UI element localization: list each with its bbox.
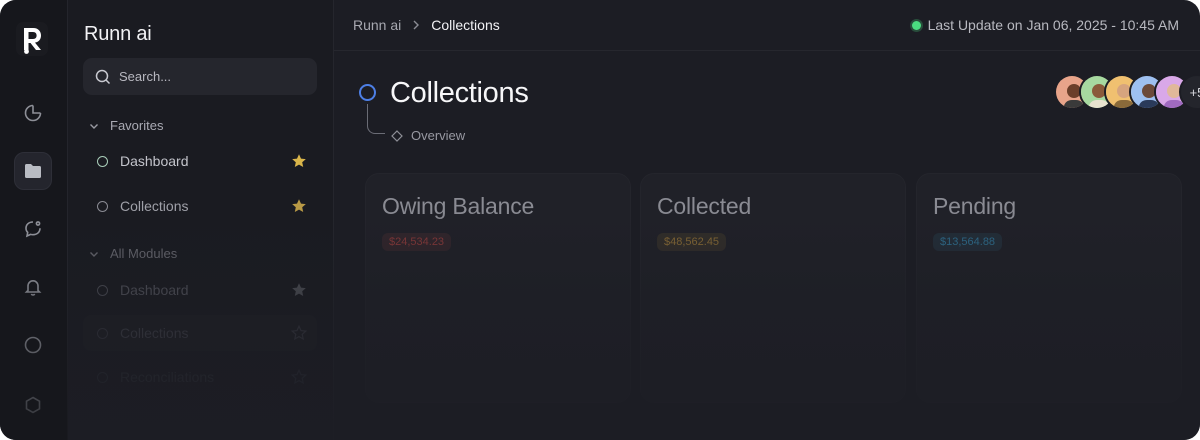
settings-icon <box>25 396 41 414</box>
breadcrumb-root[interactable]: Runn ai <box>353 17 401 33</box>
favorites-section-toggle[interactable]: Favorites <box>88 118 163 133</box>
favorites-label: Favorites <box>110 118 164 133</box>
favorite-item-label: Dashboard <box>120 153 189 169</box>
search-icon <box>95 69 111 84</box>
topbar: Runn ai Collections Last Update on Jan 0… <box>334 0 1200 51</box>
status-dot <box>97 284 108 296</box>
app-logo[interactable] <box>16 22 48 56</box>
star-outline-icon[interactable] <box>291 325 307 341</box>
chevron-down-icon <box>90 123 98 129</box>
card-title: Collected <box>657 193 752 219</box>
page-status-ring <box>359 84 376 101</box>
favorite-item-label: Collections <box>120 198 189 214</box>
favorite-item-collections[interactable]: Collections <box>83 188 317 224</box>
amount-badge: $24,534.23 <box>382 233 452 251</box>
star-filled-icon[interactable] <box>291 153 307 169</box>
collaborator-avatars[interactable]: +5 <box>1054 74 1200 110</box>
diamond-icon <box>391 129 403 142</box>
last-update-text: Last Update on Jan 06, 2025 - 10:45 AM <box>927 17 1179 33</box>
bell-icon <box>24 279 42 296</box>
amount-badge: $13,564.88 <box>933 233 1003 251</box>
last-update-status: Last Update on Jan 06, 2025 - 10:45 AM <box>911 17 1179 33</box>
star-filled-icon[interactable] <box>291 282 307 298</box>
rail-help-button[interactable] <box>14 326 52 364</box>
module-item-dashboard[interactable]: Dashboard <box>83 272 317 308</box>
module-item-collections[interactable]: Collections <box>83 315 317 351</box>
module-item-label: Dashboard <box>120 282 189 298</box>
modules-label: All Modules <box>110 246 178 261</box>
chat-icon <box>25 221 41 238</box>
rail-collections-button[interactable] <box>14 152 52 190</box>
page-title: Collections <box>390 77 529 109</box>
pie-chart-icon <box>24 104 42 122</box>
rail-messages-button[interactable] <box>14 210 52 248</box>
online-indicator <box>911 20 921 30</box>
collected-card[interactable]: Collected $48,562.45 <box>640 173 906 403</box>
chevron-down-icon <box>90 251 98 257</box>
status-dot <box>97 200 108 212</box>
module-item-label: Reconciliations <box>120 369 215 385</box>
breadcrumb: Runn ai Collections <box>353 17 500 33</box>
chevron-right-icon <box>413 20 420 30</box>
info-icon <box>24 336 42 354</box>
favorite-item-dashboard[interactable]: Dashboard <box>83 143 317 179</box>
rail-analytics-button[interactable] <box>14 94 52 132</box>
breadcrumb-current: Collections <box>431 17 500 33</box>
folder-icon <box>25 164 41 178</box>
star-outline-icon[interactable] <box>291 369 307 385</box>
icon-rail <box>0 0 68 440</box>
status-dot <box>97 327 108 339</box>
status-dot <box>97 371 108 383</box>
app-window: Runn ai Favorites Dashboard Collections <box>0 0 1200 440</box>
amount-badge: $48,562.45 <box>657 233 727 251</box>
card-title: Pending <box>933 193 1017 219</box>
tree-connector <box>367 104 385 134</box>
module-item-reconciliations[interactable]: Reconciliations <box>83 359 317 395</box>
rail-notifications-button[interactable] <box>14 268 52 306</box>
pending-card[interactable]: Pending $13,564.88 <box>916 173 1182 403</box>
rail-settings-button[interactable] <box>14 386 52 424</box>
sidebar-panel: Runn ai Favorites Dashboard Collections <box>68 0 334 440</box>
sidebar-title: Runn ai <box>84 23 152 45</box>
status-dot <box>97 155 108 167</box>
card-title: Owing Balance <box>382 193 535 219</box>
search-input[interactable] <box>119 69 299 84</box>
overview-link[interactable]: Overview <box>391 128 465 143</box>
search-box[interactable] <box>83 58 317 95</box>
module-item-label: Collections <box>120 325 189 341</box>
star-filled-icon[interactable] <box>291 198 307 214</box>
modules-section-toggle[interactable]: All Modules <box>88 246 177 261</box>
overview-label: Overview <box>411 128 466 143</box>
owing-balance-card[interactable]: Owing Balance $24,534.23 <box>365 173 631 403</box>
